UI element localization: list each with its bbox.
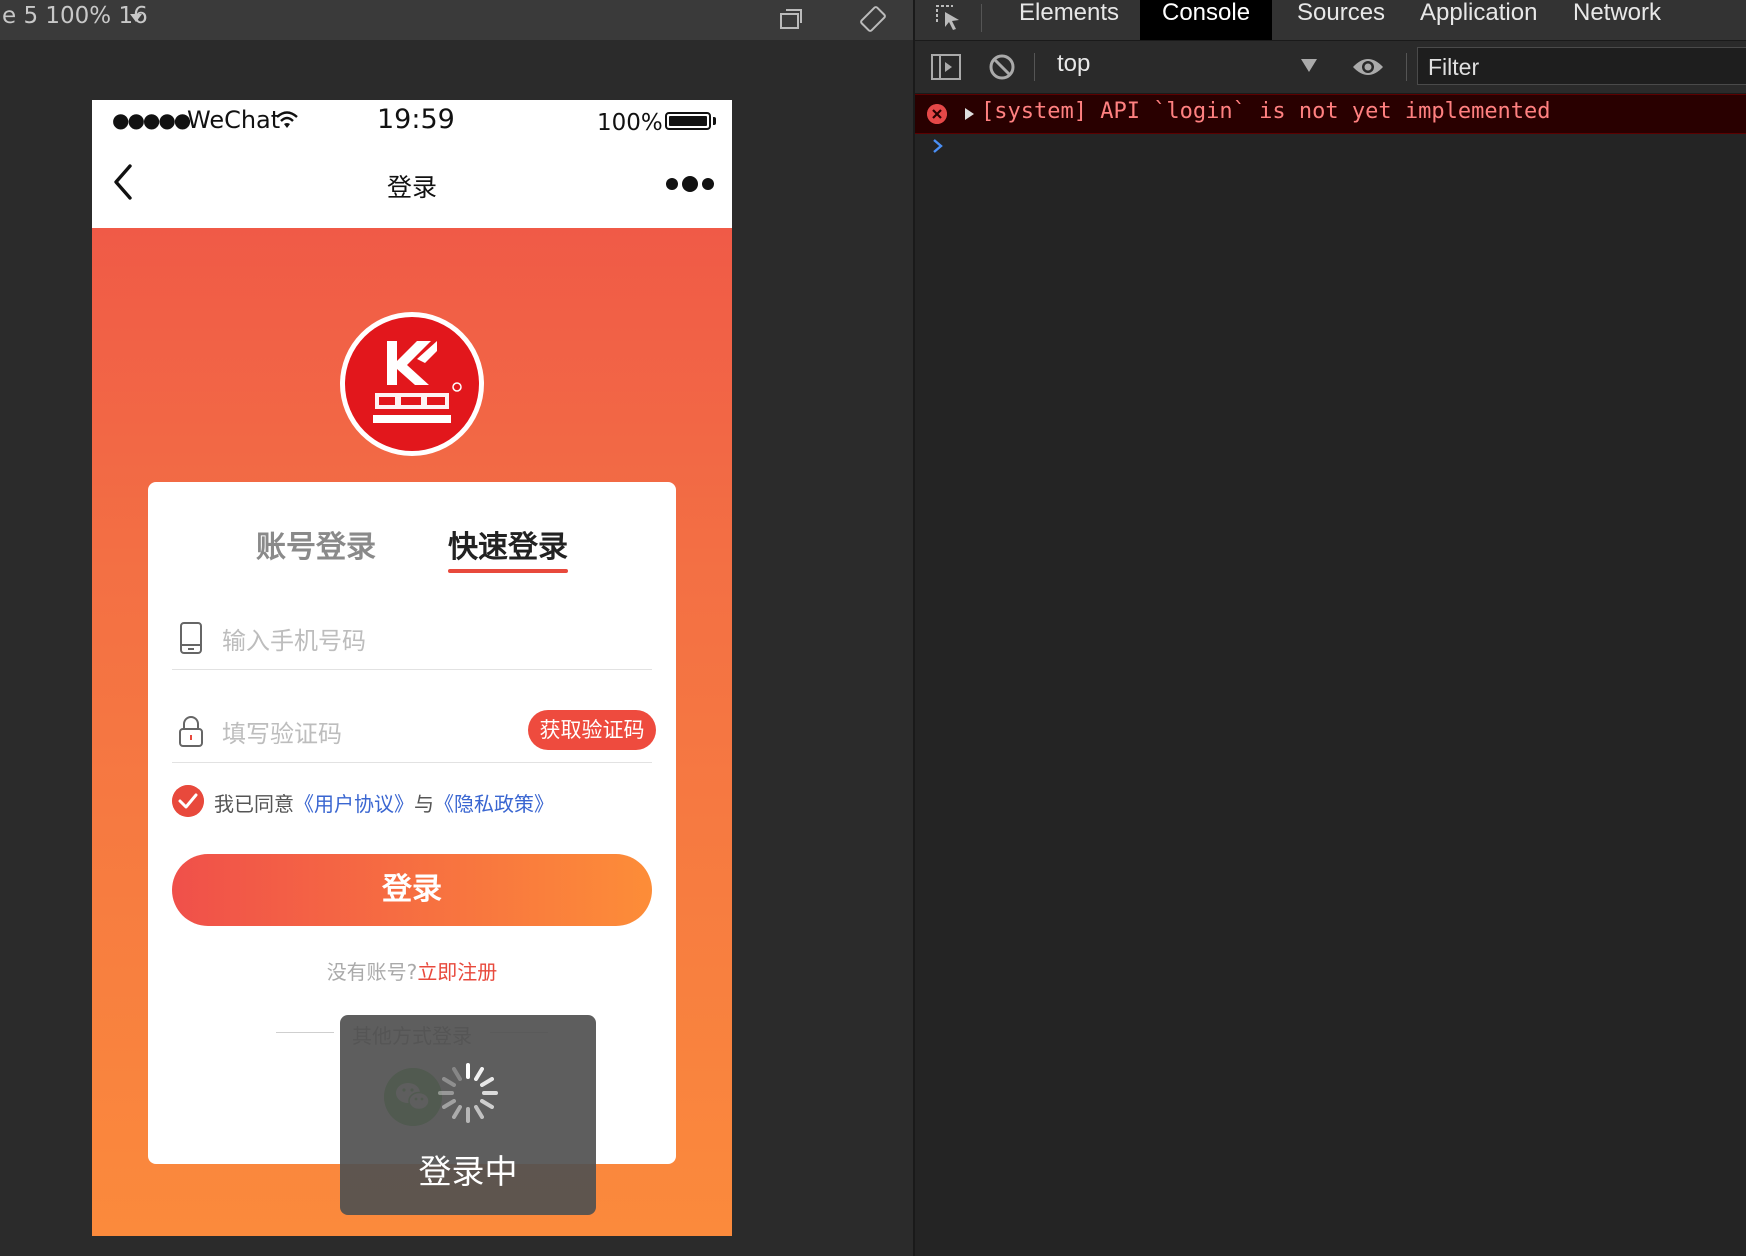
window-mode-icon[interactable] [778,6,804,32]
lock-icon [179,716,203,747]
get-code-button[interactable]: 获取验证码 [528,710,656,750]
status-time: 19:59 [377,104,455,135]
phone-screen: ●●●●● WeChat 19:59 100% 登录 账号登录 快速登录 输入手… [92,100,732,1236]
toolbar-separator-2 [1034,53,1035,81]
sidebar-toggle-icon[interactable] [930,53,962,81]
eye-icon[interactable] [1351,53,1385,81]
tab-sources[interactable]: Sources [1275,0,1407,40]
register-link[interactable]: 立即注册 [417,960,497,984]
tab-account-login[interactable]: 账号登录 [256,522,376,566]
chevron-down-icon[interactable] [130,14,142,22]
agreement-text: 我已同意《用户协议》与《隐私政策》 [214,788,554,817]
devtools-tab-bar: Elements Console Sources Application Net… [915,0,1746,41]
battery-tip [713,117,716,125]
tab-application[interactable]: Application [1398,0,1559,40]
status-bar: ●●●●● WeChat 19:59 100% [92,100,732,140]
devtools-panel: Elements Console Sources Application Net… [915,0,1746,1256]
tab-network[interactable]: Network [1551,0,1683,40]
filter-input[interactable]: Filter [1417,47,1746,85]
register-prompt: 没有账号?立即注册 [148,956,676,985]
filter-placeholder: Filter [1428,54,1480,80]
toolbar-separator [981,4,982,32]
device-selector-label[interactable]: e 5 100% 16 [2,3,148,29]
console-prompt-icon[interactable] [931,136,945,156]
battery-percentage: 100% [597,110,663,136]
agree-prefix: 我已同意 [214,792,294,816]
login-card: 账号登录 快速登录 输入手机号码 填写验证码 获取验证码 我已同意《用户协议》与… [148,482,676,1215]
phone-number-placeholder: 输入手机号码 [222,627,366,655]
active-tab-indicator [448,569,568,573]
loading-spinner-icon [438,1063,498,1123]
no-account-text: 没有账号? [326,960,418,984]
loading-toast: 登录中 [340,1015,596,1215]
battery-icon [665,112,711,130]
toolbar-separator-3 [1406,53,1407,81]
expand-triangle-icon[interactable] [965,108,974,120]
tab-quick-login[interactable]: 快速登录 [448,522,568,566]
mobile-phone-icon [180,622,202,654]
agree-and: 与 [414,792,434,816]
agreement-row: 我已同意《用户协议》与《隐私政策》 [172,782,652,822]
toast-message: 登录中 [418,1152,518,1191]
inspect-element-icon[interactable] [933,2,963,32]
error-text: [system] API `login` is not yet implemen… [981,99,1551,124]
console-toolbar: top Filter [915,41,1746,94]
carrier-name: WeChat [187,106,281,134]
clear-console-icon[interactable] [988,53,1016,81]
wifi-icon [276,111,298,128]
checkmark-icon[interactable] [172,785,204,817]
privacy-policy-link[interactable]: 《隐私政策》 [434,792,554,816]
navigation-bar: 登录 [92,140,732,228]
tab-console[interactable]: Console [1140,0,1273,40]
more-options-icon[interactable] [664,174,716,194]
context-selector[interactable]: top [1057,50,1090,78]
verification-code-field[interactable]: 填写验证码 获取验证码 [172,702,656,763]
brand-logo [340,312,484,456]
tab-elements[interactable]: Elements [997,0,1141,40]
error-icon [927,104,947,124]
login-button[interactable]: 登录 [172,854,652,926]
simulator-toolbar: e 5 100% 16 [0,0,913,40]
page-title: 登录 [386,173,437,202]
chevron-down-icon[interactable] [1301,59,1317,72]
verification-code-placeholder: 填写验证码 [222,720,342,748]
user-agreement-link[interactable]: 《用户协议》 [294,792,414,816]
console-error-message[interactable]: [system] API `login` is not yet implemen… [915,94,1746,134]
signal-strength-icon: ●●●●● [112,108,191,132]
phone-number-field[interactable]: 输入手机号码 [172,609,652,670]
rotate-icon[interactable] [858,4,888,34]
